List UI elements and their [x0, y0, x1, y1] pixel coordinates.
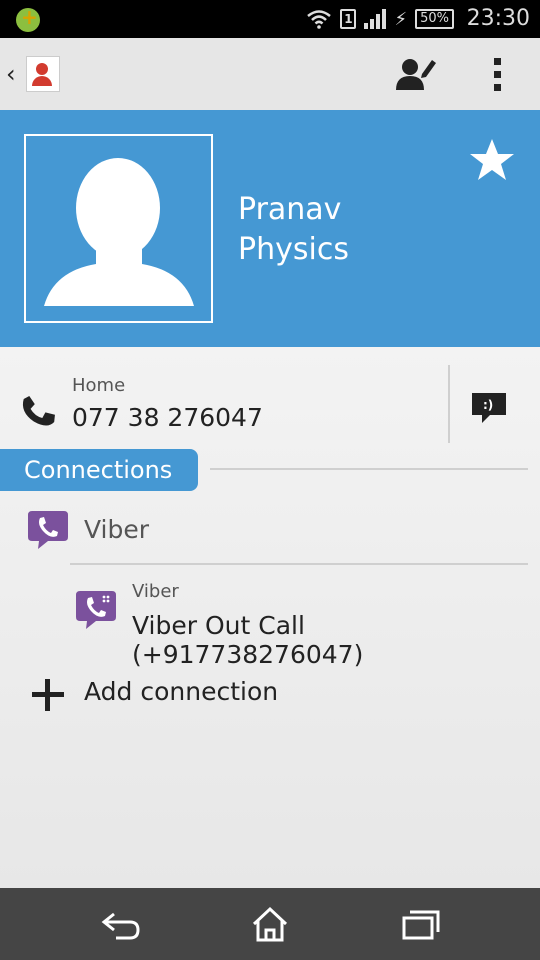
add-connection-button[interactable]: Add connection [0, 665, 540, 725]
viber-icon [28, 511, 68, 549]
edit-contact-icon[interactable] [394, 56, 438, 92]
viber-out-icon [76, 591, 116, 629]
chevron-left-icon[interactable]: ‹ [6, 60, 16, 88]
status-bar: 1 ⚡ 50% 23:30 [0, 0, 540, 38]
contact-details: Home 077 38 276047 :) Connections Viber … [0, 347, 540, 888]
message-icon[interactable]: :) [470, 391, 508, 425]
person-silhouette-icon [44, 158, 194, 306]
divider [448, 365, 450, 443]
viber-out-call-entry[interactable]: Viber Viber Out Call (+917738276047) [0, 573, 540, 669]
clock: 23:30 [466, 6, 530, 31]
home-icon[interactable] [248, 904, 292, 944]
add-connection-label: Add connection [84, 677, 279, 706]
overflow-menu-icon[interactable] [480, 54, 516, 94]
viber-out-label: Viber [132, 581, 179, 602]
sim-indicator: 1 [340, 9, 357, 29]
signal-icon [364, 9, 387, 29]
divider [70, 563, 528, 565]
message-icon-glyph: :) [483, 398, 493, 412]
battery-indicator: 50% [415, 9, 454, 29]
charging-icon: ⚡ [394, 8, 408, 30]
notification-app-icon [16, 5, 40, 32]
back-icon[interactable] [100, 904, 144, 944]
status-icons: 1 ⚡ 50% [306, 8, 454, 30]
viber-service-name: Viber [84, 515, 150, 544]
divider [210, 468, 528, 470]
viber-out-value[interactable]: Viber Out Call (+917738276047) [132, 611, 540, 669]
phone-number[interactable]: 077 38 276047 [72, 403, 263, 432]
action-bar: ‹ [0, 38, 540, 110]
contact-name: Pranav Physics [238, 190, 349, 270]
contact-first-name: Pranav [238, 192, 342, 227]
phone-icon[interactable] [16, 391, 56, 431]
contact-header: Pranav Physics [0, 110, 540, 347]
phone-type-label: Home [72, 375, 126, 396]
navigation-bar [0, 888, 540, 960]
wifi-icon [307, 10, 332, 29]
star-icon[interactable] [468, 136, 516, 184]
connections-header: Connections [0, 449, 198, 491]
contacts-app-icon[interactable] [26, 56, 60, 92]
phone-entry[interactable]: Home 077 38 276047 :) [0, 363, 540, 449]
recents-icon[interactable] [398, 904, 442, 944]
viber-service-row[interactable]: Viber [0, 501, 540, 565]
plus-icon [32, 679, 64, 711]
contact-last-name: Physics [238, 232, 349, 267]
contact-photo[interactable] [24, 134, 213, 323]
